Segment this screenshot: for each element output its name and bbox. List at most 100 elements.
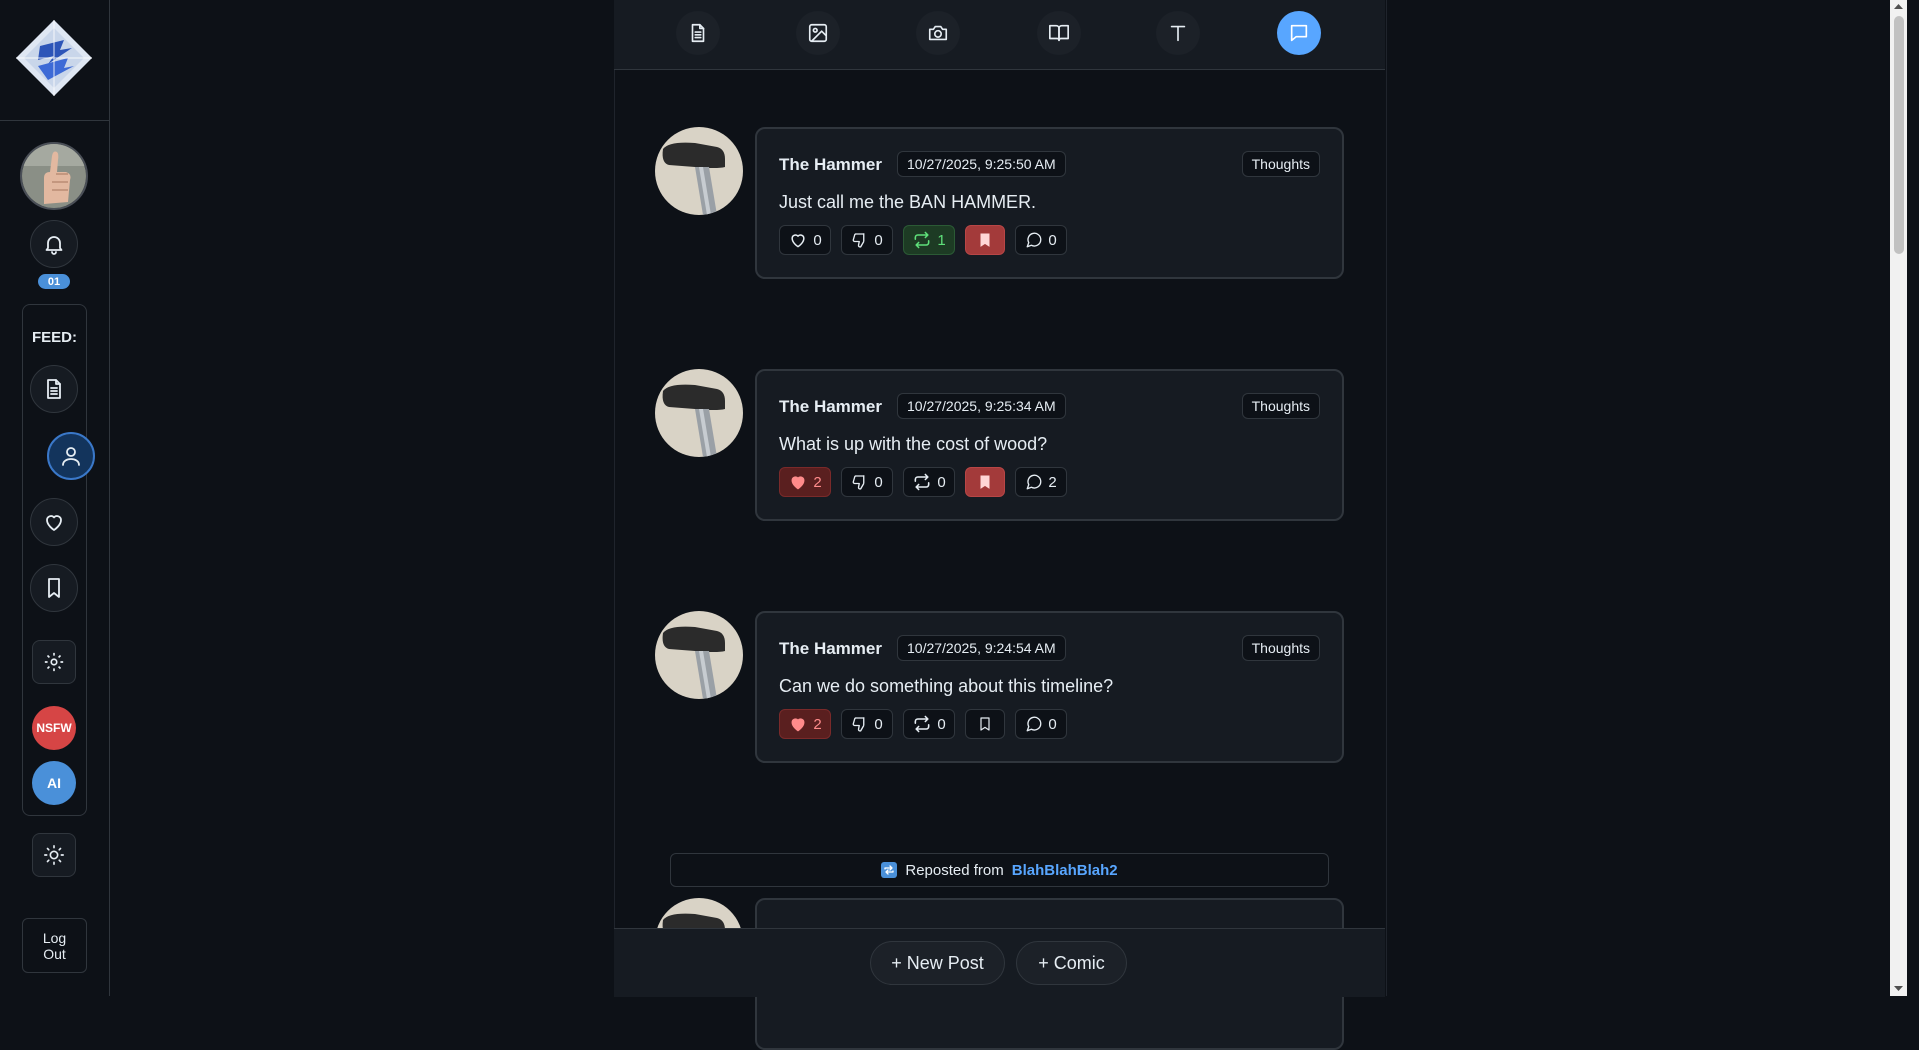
post-category-tag[interactable]: Thoughts [1241, 393, 1320, 419]
bell-icon [42, 232, 66, 256]
new-post-button[interactable]: + New Post [870, 941, 1005, 985]
comment-icon [1025, 231, 1043, 249]
comment-button[interactable]: 0 [1015, 709, 1067, 739]
repost-count: 1 [937, 231, 946, 249]
tab-photos[interactable] [916, 11, 960, 55]
logout-label-line2: Out [43, 945, 66, 962]
like-count: 2 [813, 473, 822, 491]
post-author[interactable]: The Hammer [779, 639, 882, 659]
thumbs-down-icon [851, 715, 869, 733]
dislike-button[interactable]: 0 [841, 709, 893, 739]
settings-button[interactable] [32, 640, 76, 684]
logout-label-line1: Log [42, 929, 67, 946]
like-count: 0 [813, 231, 822, 249]
post-author-avatar[interactable] [655, 611, 743, 699]
dislike-button[interactable]: 0 [841, 467, 893, 497]
comment-button[interactable]: 0 [1015, 225, 1067, 255]
like-button[interactable]: 0 [779, 225, 831, 255]
repost-prefix: Reposted from [905, 861, 1004, 879]
post-card: The Hammer 10/27/2025, 9:25:50 AM Though… [755, 127, 1344, 279]
dislike-count: 0 [874, 715, 883, 733]
bookmark-icon [42, 576, 66, 600]
like-count: 2 [813, 715, 822, 733]
bookmark-button[interactable] [965, 467, 1005, 497]
repost-button[interactable]: 0 [903, 467, 955, 497]
dislike-button[interactable]: 0 [841, 225, 893, 255]
repost-source-user[interactable]: BlahBlahBlah2 [1012, 862, 1118, 879]
tab-images[interactable] [796, 11, 840, 55]
thumbs-down-icon [851, 473, 869, 491]
bookmark-icon [977, 715, 993, 733]
bookmark-icon [977, 473, 993, 491]
repost-button[interactable]: 1 [903, 225, 955, 255]
user-avatar[interactable] [20, 142, 88, 210]
sun-icon [43, 844, 65, 866]
feed-all-posts-button[interactable] [30, 365, 78, 413]
bookmark-icon [977, 231, 993, 249]
image-icon [807, 22, 829, 44]
feed-following-button[interactable] [47, 432, 95, 480]
post-category-tag[interactable]: Thoughts [1241, 151, 1320, 177]
repost-button[interactable]: 0 [903, 709, 955, 739]
new-comic-button[interactable]: + Comic [1016, 941, 1127, 985]
theme-toggle-button[interactable] [32, 833, 76, 877]
scroll-up-arrow-icon[interactable] [1893, 1, 1904, 12]
sidebar: 01 FEED: NSFW AI Log Out [0, 0, 110, 996]
post-category-tag[interactable]: Thoughts [1241, 635, 1320, 661]
scrollbar-thumb[interactable] [1894, 16, 1904, 254]
tab-comics[interactable] [1037, 11, 1081, 55]
page-scrollbar[interactable] [1890, 0, 1907, 996]
scroll-down-arrow-icon[interactable] [1893, 983, 1904, 994]
dislike-count: 0 [874, 473, 883, 491]
post-author[interactable]: The Hammer [779, 155, 882, 175]
feed-bookmarks-button[interactable] [30, 564, 78, 612]
notification-count-badge: 01 [38, 274, 70, 289]
post-author-avatar[interactable] [655, 369, 743, 457]
repost-count: 0 [937, 473, 946, 491]
bookmark-button[interactable] [965, 709, 1005, 739]
post-timestamp: 10/27/2025, 9:25:34 AM [897, 393, 1066, 419]
ai-toggle[interactable]: AI [32, 761, 76, 805]
repost-icon [912, 230, 932, 250]
comment-count: 0 [1048, 715, 1057, 733]
site-logo[interactable] [14, 18, 94, 98]
user-icon [59, 444, 83, 468]
post-author-avatar[interactable] [655, 127, 743, 215]
heart-filled-icon [788, 714, 808, 734]
dislike-count: 0 [874, 231, 883, 249]
feed-liked-button[interactable] [30, 498, 78, 546]
post-type-tabs [614, 0, 1385, 70]
tab-text[interactable] [1156, 11, 1200, 55]
repost-badge-icon [881, 862, 898, 878]
post-content: What is up with the cost of wood? [779, 434, 1048, 454]
post-timestamp: 10/27/2025, 9:25:50 AM [897, 151, 1066, 177]
bookmark-button[interactable] [965, 225, 1005, 255]
repost-count: 0 [937, 715, 946, 733]
logout-button[interactable]: Log Out [22, 918, 87, 973]
post-content: Can we do something about this timeline? [779, 676, 1114, 696]
repost-icon [912, 472, 932, 492]
repost-icon [912, 714, 932, 734]
comment-icon [1025, 473, 1043, 491]
document-icon [687, 22, 709, 44]
chat-icon [1288, 22, 1310, 44]
thumbs-down-icon [851, 231, 869, 249]
comment-count: 2 [1048, 473, 1057, 491]
post-card: The Hammer 10/27/2025, 9:25:34 AM Though… [755, 369, 1344, 521]
post-timestamp: 10/27/2025, 9:24:54 AM [897, 635, 1066, 661]
repost-notice: Reposted from BlahBlahBlah2 [670, 853, 1329, 887]
heart-filled-icon [788, 472, 808, 492]
comment-button[interactable]: 2 [1015, 467, 1067, 497]
like-button[interactable]: 2 [779, 467, 831, 497]
notifications-button[interactable] [30, 220, 78, 268]
post-author[interactable]: The Hammer [779, 397, 882, 417]
camera-icon [927, 22, 949, 44]
heart-icon [788, 230, 808, 250]
sidebar-divider [0, 120, 109, 121]
nsfw-toggle[interactable]: NSFW [32, 706, 76, 750]
post-content: Just call me the BAN HAMMER. [779, 192, 1037, 212]
tab-thoughts[interactable] [1277, 11, 1321, 55]
book-icon [1048, 22, 1070, 44]
tab-text-posts[interactable] [676, 11, 720, 55]
like-button[interactable]: 2 [779, 709, 831, 739]
